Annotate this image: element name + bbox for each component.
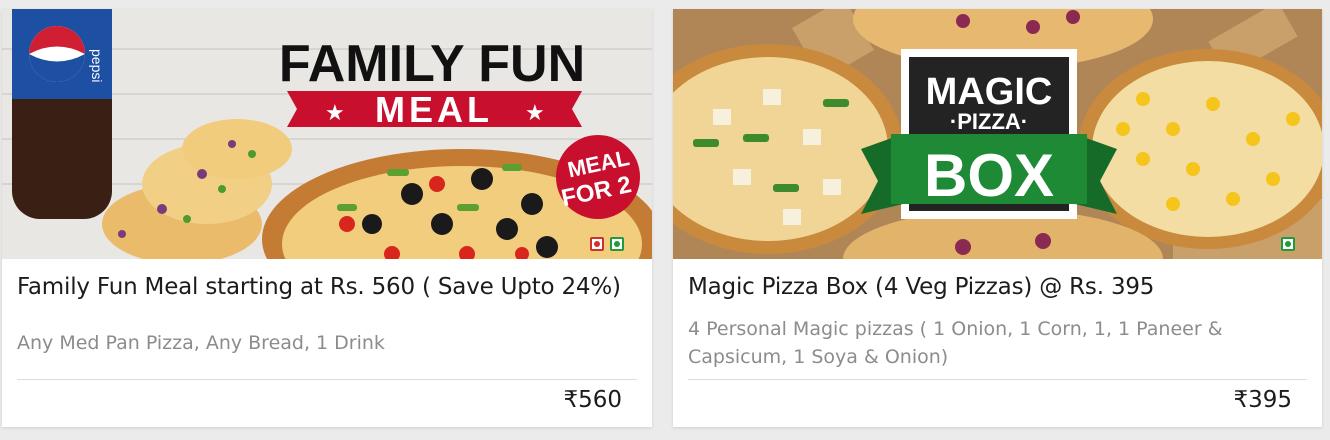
veg-indicator-icon bbox=[1281, 237, 1295, 251]
card-divider bbox=[688, 379, 1307, 380]
svg-text:FAMILY FUN: FAMILY FUN bbox=[279, 35, 585, 93]
svg-text:BOX: BOX bbox=[924, 142, 1054, 209]
family-fun-meal-banner: pepsi FAMILY FUN MEAL ★ ★ MEAL FOR 2 bbox=[2, 9, 652, 259]
svg-text:MEAL: MEAL bbox=[375, 89, 493, 130]
offer-title: Family Fun Meal starting at Rs. 560 ( Sa… bbox=[17, 274, 621, 300]
offer-price: ₹560 bbox=[563, 387, 622, 413]
magic-pizza-box-banner: MAGIC ·PIZZA· BOX bbox=[673, 9, 1322, 259]
svg-text:★: ★ bbox=[525, 101, 545, 126]
offer-description: 4 Personal Magic pizzas ( 1 Onion, 1 Cor… bbox=[688, 318, 1223, 368]
offer-title: Magic Pizza Box (4 Veg Pizzas) @ Rs. 395 bbox=[688, 274, 1155, 300]
offer-banner-image[interactable]: MAGIC ·PIZZA· BOX bbox=[673, 9, 1322, 259]
offer-card-magic-pizza-box[interactable]: MAGIC ·PIZZA· BOX Magic Pizza Box (4 Veg… bbox=[673, 9, 1322, 427]
offer-banner-image[interactable]: pepsi FAMILY FUN MEAL ★ ★ MEAL FOR 2 bbox=[2, 9, 652, 259]
svg-text:·PIZZA·: ·PIZZA· bbox=[950, 109, 1028, 134]
nonveg-indicator-icon bbox=[590, 237, 604, 251]
offer-price: ₹395 bbox=[1233, 387, 1292, 413]
offer-card-family-fun-meal[interactable]: pepsi FAMILY FUN MEAL ★ ★ MEAL FOR 2 Fam… bbox=[2, 9, 652, 427]
svg-text:MAGIC: MAGIC bbox=[926, 71, 1053, 113]
svg-text:★: ★ bbox=[325, 101, 345, 126]
veg-indicator-icon bbox=[610, 237, 624, 251]
svg-text:pepsi: pepsi bbox=[89, 49, 105, 82]
offer-description: Any Med Pan Pizza, Any Bread, 1 Drink bbox=[17, 332, 385, 354]
card-divider bbox=[17, 379, 637, 380]
